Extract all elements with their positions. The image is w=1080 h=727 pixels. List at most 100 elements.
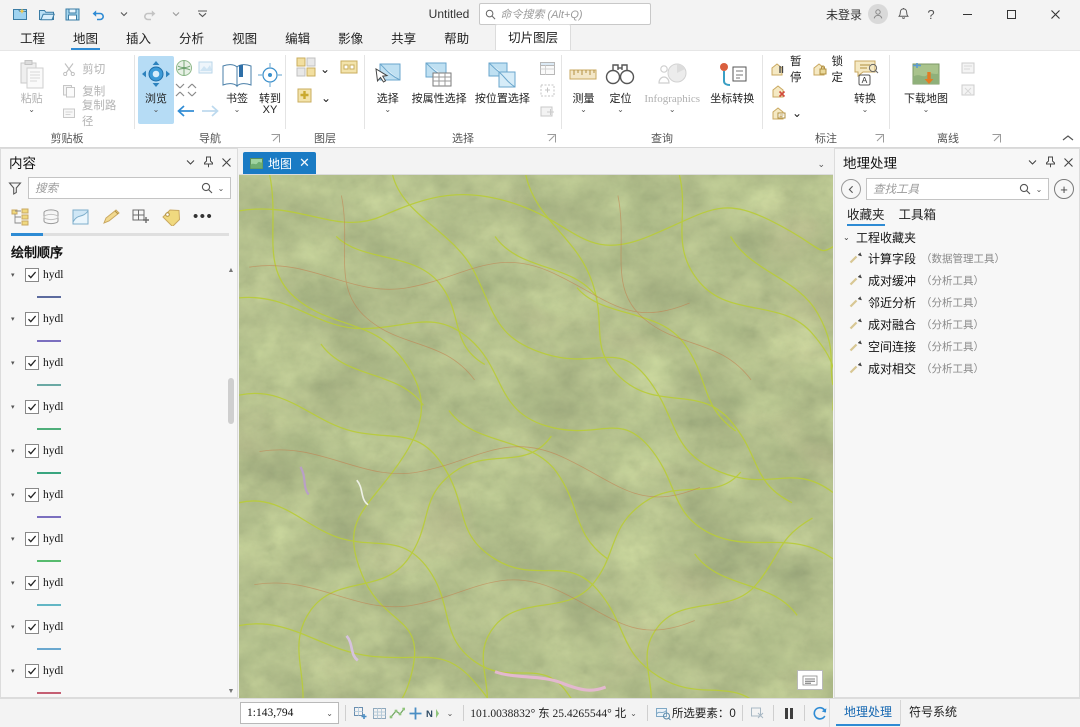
maximize-button[interactable] [990,0,1032,28]
layer-row[interactable]: ▾ hydl [1,660,237,682]
contents-pane-menu-icon[interactable] [181,152,199,172]
plus-icon[interactable]: + [1054,179,1074,199]
ribbon-tab-map[interactable]: 地图 [59,26,112,50]
cut-button[interactable]: 剪切 [56,58,131,79]
status-tools-dropdown-icon[interactable]: ⌄ [443,709,458,718]
locate-button[interactable]: 定位 ⌄ [602,56,639,114]
expand-layer-icon[interactable]: ▾ [11,271,21,279]
layer-visibility-checkbox[interactable] [25,488,39,502]
filter-icon[interactable] [7,180,23,196]
selection-dialog-launcher-icon[interactable] [546,133,556,143]
layer-row[interactable]: ▾ hydl [1,352,237,374]
crosshair-icon[interactable] [406,703,424,723]
save-project-icon[interactable] [60,3,84,25]
layer-visibility-checkbox[interactable] [25,532,39,546]
redo-icon[interactable] [138,3,162,25]
layer-row[interactable]: ▾ hydl [1,528,237,550]
layer-visibility-checkbox[interactable] [25,312,39,326]
layer-row[interactable]: ▾ hydl [1,308,237,330]
download-map-button[interactable]: 下载地图 ⌄ [897,56,955,114]
help-icon[interactable]: ? [918,3,944,25]
tab-selection[interactable] [67,204,95,230]
select-by-attributes-button[interactable]: 按属性选择 [408,56,471,105]
map-attribution-badge[interactable] [797,670,823,690]
layer-symbol-swatch[interactable] [37,296,61,298]
bottom-tab-symbology[interactable]: 符号系统 [900,700,965,726]
snapping-icon[interactable] [388,703,406,723]
measure-dropdown-icon[interactable]: ⌄ [580,106,587,114]
geoprocessing-search-input[interactable]: 查找工具 ⌄ [866,178,1049,200]
chevron-down-icon[interactable]: ⌄ [843,233,852,242]
tool-item[interactable]: 成对缓冲 （分析工具） [835,269,1079,291]
measure-button[interactable]: 测量 ⌄ [565,56,602,114]
contents-pane-close-icon[interactable] [217,152,235,172]
collapse-ribbon-button[interactable] [1062,133,1074,145]
selected-features-icon[interactable] [654,703,672,723]
layer-visibility-checkbox[interactable] [25,444,39,458]
infographics-dropdown-icon[interactable]: ⌄ [669,106,676,114]
contents-more-tabs-icon[interactable]: ••• [193,209,213,224]
expand-layer-icon[interactable]: ▾ [11,535,21,543]
layer-symbol-row[interactable] [1,506,237,528]
expand-layer-icon[interactable]: ▾ [11,491,21,499]
add-data-dropdown-icon[interactable]: ⌄ [321,91,331,105]
label-more-button[interactable]: ⌄ [766,102,814,123]
tab-toolboxes[interactable]: 工具箱 [899,204,937,226]
redo-dropdown-icon[interactable] [164,3,188,25]
layer-symbol-swatch[interactable] [37,340,61,342]
layer-symbol-row[interactable] [1,638,237,660]
grid-icon[interactable] [370,703,388,723]
tool-item[interactable]: 成对相交 （分析工具） [835,357,1079,379]
avatar[interactable] [868,4,888,24]
tool-item[interactable]: 成对融合 （分析工具） [835,313,1079,335]
ribbon-tab-edit[interactable]: 编辑 [271,26,324,50]
ribbon-tab-insert[interactable]: 插入 [112,26,165,50]
layer-symbol-row[interactable] [1,286,237,308]
layer-symbol-swatch[interactable] [37,428,61,430]
map-scale-control[interactable]: 1:143,794 ⌄ [240,702,339,724]
add-data-from-path-icon[interactable] [339,58,359,79]
ribbon-tab-project[interactable]: 工程 [6,26,59,50]
download-map-dropdown-icon[interactable]: ⌄ [923,106,930,114]
expand-layer-icon[interactable]: ▾ [11,359,21,367]
remove-labels-button[interactable] [766,80,802,101]
zoom-to-selection-button[interactable] [536,80,558,101]
full-extent-icon[interactable] [174,58,194,81]
layer-symbol-swatch[interactable] [37,692,61,694]
bottom-tab-geoprocessing[interactable]: 地理处理 [836,700,901,726]
tab-snapping[interactable] [127,204,155,230]
convert-labels-button[interactable]: A 转换 ⌄ [844,56,886,114]
labeling-dialog-launcher-icon[interactable] [874,133,884,143]
scroll-down-icon[interactable]: ▼ [226,685,236,697]
tab-favorites[interactable]: 收藏夹 [847,204,885,226]
layer-row[interactable]: ▾ hydl [1,616,237,638]
ribbon-tab-imagery[interactable]: 影像 [324,26,377,50]
expand-layer-icon[interactable]: ▾ [11,403,21,411]
label-more-dropdown-icon[interactable]: ⌄ [792,106,802,120]
add-data-icon[interactable] [295,85,317,110]
search-icon[interactable] [1017,183,1033,195]
selection-mode-icon[interactable] [352,703,370,723]
layer-visibility-checkbox[interactable] [25,400,39,414]
geoprocessing-pane-menu-icon[interactable] [1023,152,1041,172]
basemap-dropdown-icon[interactable]: ⌄ [320,62,330,76]
project-favorites-node[interactable]: ⌄ 工程收藏夹 [835,227,1079,247]
go-to-xy-button[interactable]: 转到 XY [254,56,286,116]
layer-row[interactable]: ▾ hydl [1,484,237,506]
layer-symbol-row[interactable] [1,550,237,572]
layer-symbol-swatch[interactable] [37,560,61,562]
copy-path-button[interactable]: 复制路径 [56,100,131,128]
undo-dropdown-icon[interactable] [112,3,136,25]
bookmarks-dropdown-icon[interactable]: ⌄ [234,106,241,114]
sign-in-label[interactable]: 未登录 [826,6,862,23]
ribbon-tab-view[interactable]: 视图 [218,26,271,50]
lock-labeling-button[interactable]: 锁定 [808,56,850,84]
select-dropdown-icon[interactable]: ⌄ [384,106,391,114]
geoprocessing-search-dropdown-icon[interactable]: ⌄ [1033,185,1045,194]
expand-layer-icon[interactable]: ▾ [11,447,21,455]
layer-symbol-row[interactable] [1,682,237,697]
north-arrow-icon[interactable]: N [425,703,443,723]
tab-drawing-order[interactable] [7,204,35,230]
convert-labels-dropdown-icon[interactable]: ⌄ [862,106,869,114]
minimize-button[interactable] [946,0,988,28]
